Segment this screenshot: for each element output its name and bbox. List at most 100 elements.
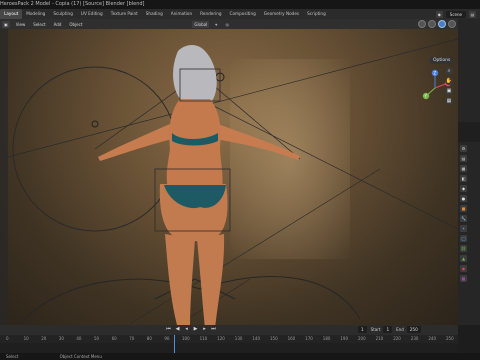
physics-properties-icon[interactable]: ◯ (460, 235, 467, 242)
ruler-tick-label: 140 (252, 336, 261, 341)
window-title-bar: HeroesPack 2 Model - Copia (17) [Source]… (0, 0, 480, 9)
view-menu[interactable]: View (14, 21, 28, 28)
viewport-shading (418, 19, 456, 29)
ruler-tick-label: 180 (322, 336, 331, 341)
snap-icon[interactable]: ⌖ (213, 21, 219, 28)
ruler-tick-label: 70 (129, 336, 135, 341)
ruler-tick-label: 30 (58, 336, 64, 341)
material-properties-icon[interactable]: ◉ (460, 265, 467, 272)
add-menu[interactable]: Add (52, 21, 64, 28)
object-data-properties-icon[interactable]: ▲ (460, 255, 467, 262)
ruler-tick-label: 150 (270, 336, 278, 341)
scene-icon[interactable]: ◆ (435, 10, 443, 18)
ruler-tick-label: 50 (94, 336, 100, 341)
material-shading-icon[interactable] (438, 20, 446, 28)
view-layer-icon[interactable]: ▤ (469, 10, 476, 18)
object-properties-icon[interactable]: ■ (460, 205, 467, 212)
status-bar: Select Object Context Menu (0, 353, 480, 360)
texture-properties-icon[interactable]: ▩ (460, 275, 467, 282)
solid-shading-icon[interactable] (428, 20, 436, 28)
gizmo-y-label: Y (424, 94, 428, 99)
wireframe-shading-icon[interactable] (418, 20, 426, 28)
ruler-tick-label: 190 (340, 336, 349, 341)
ruler-tick-label: 90 (164, 336, 170, 341)
next-keyframe-icon[interactable]: ▸ (201, 326, 208, 333)
pan-hand-icon[interactable]: ✋ (445, 77, 453, 85)
ruler-tick-label: 10 (23, 336, 29, 341)
ruler-tick-label: 170 (305, 336, 313, 341)
constraints-properties-icon[interactable]: ⛓ (460, 245, 467, 252)
jump-end-icon[interactable]: ⏭ (210, 326, 217, 333)
modifier-properties-icon[interactable]: 🔧 (460, 215, 467, 222)
prev-keyframe-icon[interactable]: ◀ (174, 326, 181, 333)
mode-selector[interactable]: ▣ (2, 20, 10, 28)
ruler-tick-label: 80 (146, 336, 152, 341)
start-label: Start (370, 327, 381, 332)
rendered-shading-icon[interactable] (448, 20, 456, 28)
viewport-overlay (0, 38, 458, 325)
ruler-tick-label: 120 (217, 336, 225, 341)
ruler-tick-label: 160 (287, 336, 296, 341)
tab-texture-paint[interactable]: Texture Paint (107, 9, 142, 19)
tab-uv-editing[interactable]: UV Editing (77, 9, 107, 19)
end-frame-field[interactable]: 250 (406, 326, 421, 333)
zoom-icon[interactable]: ⌕ (445, 67, 453, 75)
tab-shading[interactable]: Shading (142, 9, 167, 19)
timeline-ruler[interactable]: 0 10 20 30 40 50 60 70 80 90 100 110 120 130 140 150 160… (0, 335, 458, 343)
particles-properties-icon[interactable]: ✦ (460, 225, 467, 232)
ruler-tick-label: 100 (182, 336, 190, 341)
ruler-tick-label: 130 (234, 336, 243, 341)
rig-hand-ctrl (91, 120, 99, 128)
tab-animation[interactable]: Animation (167, 9, 196, 19)
playback-controls: ⏮ ◀ ◂ ▶ ▸ ⏭ (165, 326, 217, 333)
tab-sculpting[interactable]: Sculpting (49, 9, 77, 19)
perspective-toggle-icon[interactable]: ▦ (445, 97, 453, 105)
output-properties-icon[interactable]: ▦ (460, 165, 467, 172)
options-dropdown[interactable]: Options (430, 57, 454, 64)
ruler-tick-label: 0 (6, 336, 9, 341)
ruler-tick-label: 40 (76, 336, 82, 341)
timeline-header: ⏮ ◀ ◂ ▶ ▸ ⏭ 1 Start 1 End 250 (0, 325, 458, 335)
jump-start-icon[interactable]: ⏮ (165, 326, 172, 333)
status-select: Select (6, 354, 19, 359)
start-frame-field[interactable]: 1 (383, 326, 393, 333)
tab-compositing[interactable]: Compositing (226, 9, 260, 19)
tab-layout[interactable]: Layout (0, 9, 23, 19)
camera-view-icon[interactable]: ▣ (445, 87, 453, 95)
gizmo-z-label: Z (434, 71, 437, 76)
workspace-tabs-bar: Layout Modeling Sculpting UV Editing Texture… (0, 9, 480, 19)
tab-modeling[interactable]: Modeling (22, 9, 49, 19)
transform-orientation[interactable]: Global (192, 20, 210, 28)
play-reverse-icon[interactable]: ◂ (183, 326, 190, 333)
outliner-properties-divider (458, 122, 480, 142)
ruler-tick-label: 20 (41, 336, 47, 341)
current-frame-field[interactable]: 1 (358, 326, 367, 333)
viewport-header: ▣ View Select Add Object Global ⌖ ◎ (0, 19, 458, 29)
window-title: HeroesPack 2 Model - Copia (17) [Source]… (0, 1, 145, 7)
scene-properties-icon[interactable]: ◆ (460, 185, 467, 192)
tool-properties-icon[interactable]: ⚙ (460, 145, 467, 152)
character-model (98, 45, 300, 325)
scene-selector: ◆ Scene ▤ (435, 9, 480, 19)
select-menu[interactable]: Select (31, 21, 47, 28)
tab-scripting[interactable]: Scripting (303, 9, 330, 19)
3d-viewport[interactable]: Options X Z Y ⌕ ✋ ▣ ▦ (0, 29, 458, 325)
tab-geometry-nodes[interactable]: Geometry Nodes (260, 9, 303, 19)
end-label: End (396, 327, 404, 332)
ruler-tick-label: 110 (199, 336, 208, 341)
view-layer-properties-icon[interactable]: ◧ (460, 175, 467, 182)
ruler-tick-label: 200 (358, 336, 366, 341)
render-properties-icon[interactable]: ▤ (460, 155, 467, 162)
ruler-tick-label: 240 (428, 336, 437, 341)
proportional-edit-icon[interactable]: ◎ (223, 21, 231, 28)
tab-rendering[interactable]: Rendering (196, 9, 225, 19)
ruler-tick-label: 60 (111, 336, 117, 341)
ruler-tick-label: 210 (375, 336, 384, 341)
workspace-tabs: Layout Modeling Sculpting UV Editing Texture… (0, 9, 330, 19)
play-icon[interactable]: ▶ (192, 326, 199, 333)
object-menu[interactable]: Object (67, 21, 84, 28)
ruler-tick-label: 230 (410, 336, 419, 341)
ruler-tick-label: 250 (446, 336, 454, 341)
scene-field[interactable]: Scene (445, 10, 466, 18)
world-properties-icon[interactable]: ● (460, 195, 467, 202)
